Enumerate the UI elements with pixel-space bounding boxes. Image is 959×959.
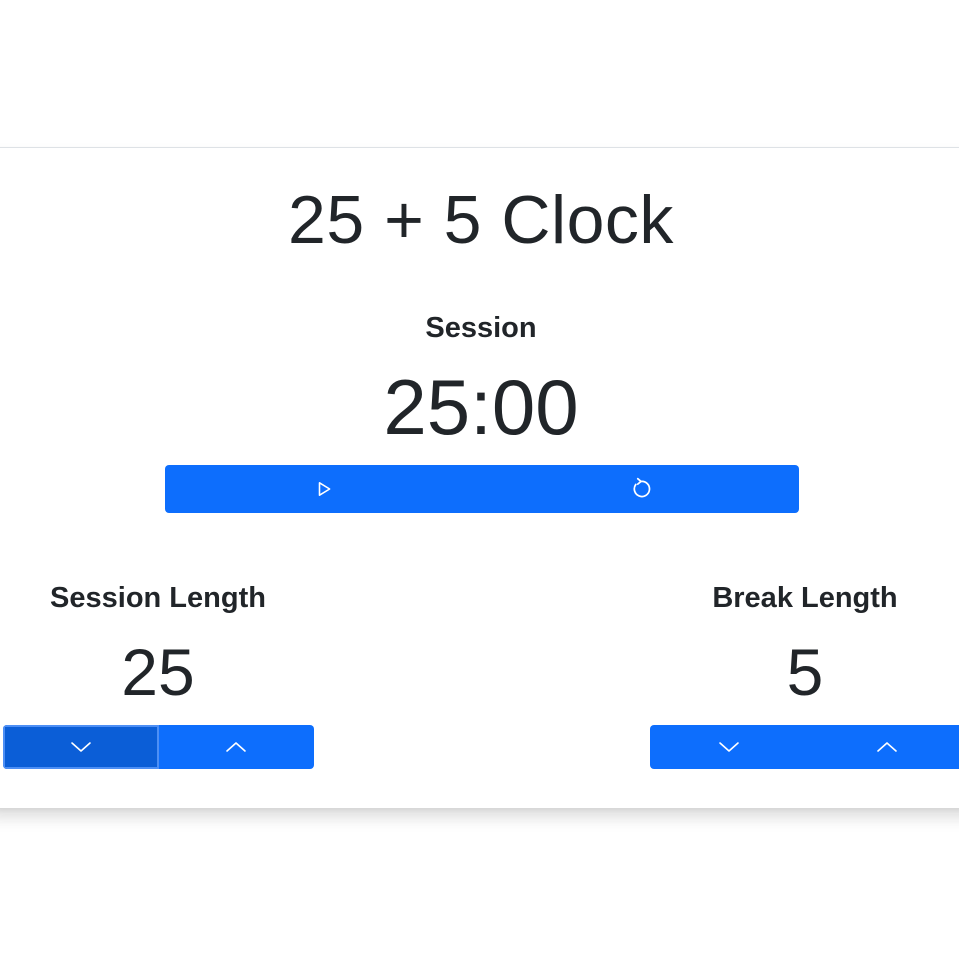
chevron-down-icon xyxy=(719,742,739,752)
session-length-value: 25 xyxy=(121,635,195,709)
break-length-controls xyxy=(650,725,959,769)
session-length-label: Session Length xyxy=(50,582,266,614)
reset-icon xyxy=(632,477,650,498)
play-icon xyxy=(318,482,330,496)
start-stop-button[interactable] xyxy=(165,465,482,513)
chevron-up-icon xyxy=(226,742,247,752)
session-decrement-button[interactable] xyxy=(3,725,159,769)
break-decrement-button[interactable] xyxy=(650,725,808,769)
session-increment-button[interactable] xyxy=(158,725,314,769)
chevron-down-icon xyxy=(70,742,91,752)
chevron-up-icon xyxy=(877,742,897,752)
app-title: 25 + 5 Clock xyxy=(288,182,674,258)
reset-button[interactable] xyxy=(482,465,799,513)
break-length-label: Break Length xyxy=(712,582,898,614)
break-increment-button[interactable] xyxy=(808,725,959,769)
break-length-value: 5 xyxy=(786,635,824,709)
timer-controls xyxy=(165,465,799,513)
timer-label: Session xyxy=(425,312,537,344)
time-left: 25:00 xyxy=(383,363,579,451)
session-length-controls xyxy=(3,725,314,769)
page: 25 + 5 Clock Session 25:00 Session Lengt… xyxy=(0,0,959,959)
